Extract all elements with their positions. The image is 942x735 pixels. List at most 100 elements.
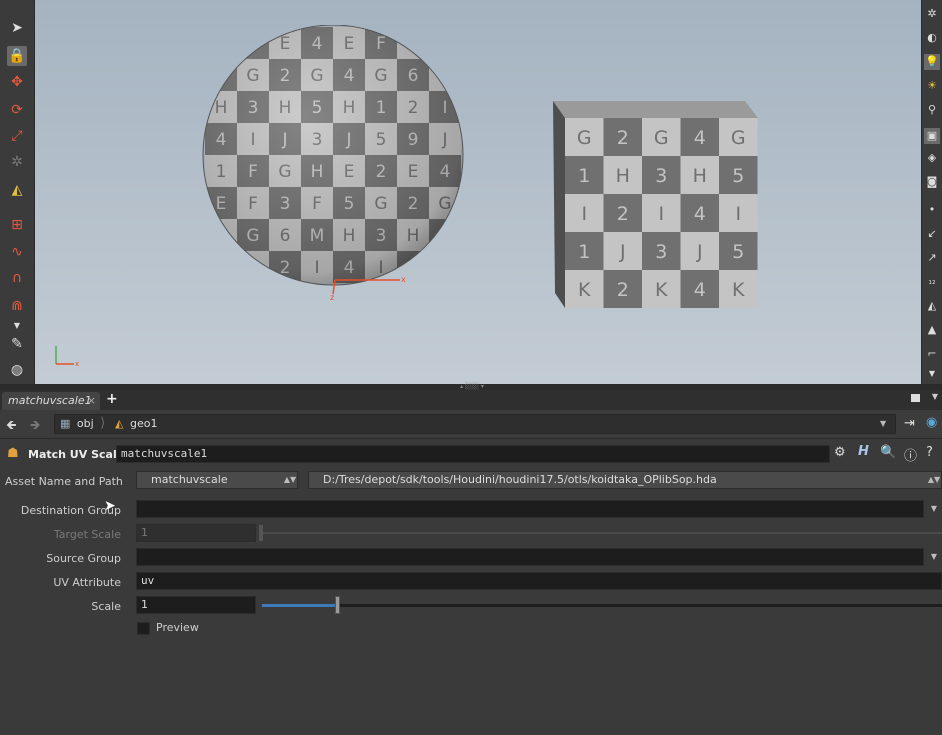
handle-tool-icon[interactable]: ◭ [7,180,27,200]
source-group-field[interactable] [136,548,924,566]
light-linking-icon[interactable]: ⚲ [924,102,940,118]
magnet-icon[interactable]: ⋒ [7,296,27,316]
cube-cell-letter: J [696,241,703,263]
pane-menu-icon[interactable]: ▼ [932,392,938,401]
snapshot-icon[interactable]: ▲ [924,322,940,338]
destination-group-dropdown-icon[interactable]: ▼ [926,500,942,518]
link-pane-icon[interactable]: ◉ [926,415,937,430]
node-type-icon: ☗ [7,446,19,461]
cube-cell-letter: I [735,203,741,225]
normals-icon[interactable]: ↙ [924,226,940,242]
axis-gizmo: x [55,346,79,368]
tab-matchuvscale1[interactable]: matchuvscale1 × [2,392,100,410]
destination-group-field[interactable] [136,500,924,518]
paint-icon[interactable]: ✎ [7,334,27,354]
gear-small-icon[interactable]: ✲ [924,6,940,22]
node-type-label: Match UV Scale [28,448,125,461]
node-name-field[interactable]: matchuvscale1 [116,445,830,463]
target-scale-slider-handle [259,525,263,541]
scene-viewport[interactable]: E2E4EF3F5G2G4G6MH3H5H12I4IJ3J59J1FGHE2E4… [0,0,942,384]
gear-icon[interactable]: ⚙ [834,445,846,460]
transform-grid-icon[interactable]: ⊞ [7,215,27,235]
move-tool-icon[interactable]: ✥ [7,72,27,92]
cube-cell-letter: H [616,165,630,187]
search-icon[interactable]: 🔍 [880,445,896,460]
cube-cell-letter: H [693,165,707,187]
draw-curve-icon[interactable]: ∿ [7,242,27,262]
display-options-icon[interactable]: ▣ [924,128,940,144]
add-tab-button[interactable]: + [106,391,118,407]
vector-icon[interactable]: ↗ [924,250,940,266]
asset-path-field[interactable]: D:/Tres/depot/sdk/tools/Houdini/houdini1… [308,471,942,489]
tab-label: matchuvscale1 [8,394,92,407]
sphere-cell [429,251,461,283]
origin-z-label: z [330,293,334,302]
target-scale-label: Target Scale [53,528,121,541]
more-tools-icon[interactable]: ▼ [924,366,940,382]
pin-icon[interactable]: ⇥ [904,416,915,431]
asset-name-spinner-icon[interactable]: ▲▼ [282,471,298,489]
cube-cell-letter: G [577,127,592,149]
uv-attribute-field[interactable]: uv [136,572,942,590]
cube-cell-letter: 4 [694,279,706,301]
cube-cell-letter: 4 [694,203,706,225]
question-icon[interactable]: ? [926,445,933,460]
crumb-separator-icon: ⟩ [100,415,106,431]
headlight-icon[interactable]: ☀ [924,78,940,94]
cube-cell-letter: K [655,279,668,301]
cube-cell-letter: 1 [578,241,590,263]
crumb-obj-label: obj [76,417,94,430]
info-icon[interactable]: ⓘ [904,445,917,464]
scale-slider-handle[interactable] [335,596,340,614]
pose-tool-icon[interactable]: ✲ [7,152,27,172]
back-arrow-icon[interactable]: 🡸 [6,416,17,438]
wireframe-icon[interactable]: ◈ [924,150,940,166]
cube-cell-letter: G [654,127,669,149]
checker-cube: G 2 G 4 G 1 H 3 H 5 I 2 I 4 I 1 J 3 J 5 K 2 K 4 K [553,101,758,308]
ghost-icon[interactable]: ◐ [924,30,940,46]
parameter-pane: ☗ Match UV Scale matchuvscale1 ⚙ H 🔍 ⓘ ?… [0,440,942,735]
asset-name-field[interactable]: matchuvscale [136,471,298,489]
sphere-cell-letter: H [215,258,228,278]
point-display-icon[interactable]: • [924,202,940,218]
sphere-cell-letter: E [216,34,227,54]
maximize-pane-icon[interactable] [911,394,920,402]
asset-label: Asset Name and Path [5,475,123,488]
light-bulb-icon[interactable]: 💡 [924,54,940,70]
source-group-dropdown-icon[interactable]: ▼ [926,548,942,566]
sphere-cell-letter: 3 [440,258,451,278]
rotate-tool-icon[interactable]: ⟳ [7,100,27,120]
mouse-cursor-icon: ➤ [104,498,116,514]
crumb-geo1[interactable]: ◭ geo1 [115,415,157,433]
cube-cell-letter: 2 [617,203,629,225]
magnet-snap-icon[interactable]: ∩ [7,268,27,288]
geo-node-icon: ◭ [115,417,124,430]
prim-display-icon[interactable]: ◭ [924,298,940,314]
scale-tool-icon[interactable]: ⤢ [7,126,27,146]
cube-cell-letter: 3 [655,241,667,263]
crop-icon[interactable]: ⌐ [924,346,940,362]
cube-cell-letter: 2 [617,127,629,149]
lock-icon[interactable]: 🔒 [7,46,27,66]
cube-checker-cells: G 2 G 4 G 1 H 3 H 5 I 2 I 4 I 1 J 3 J 5 K 2 K 4 K [565,118,758,308]
point-numbers-icon[interactable]: ₁₂ [924,274,940,290]
crumb-obj[interactable]: ▦ obj [60,415,94,433]
view-disk-icon[interactable]: ◍ [7,360,27,380]
sphere-cell [429,27,461,59]
camera-icon[interactable]: ◙ [924,174,940,190]
select-arrow-icon[interactable]: ➤ [7,18,27,38]
path-dropdown-icon[interactable]: ▼ [880,419,886,428]
asset-path-spinner-icon[interactable]: ▲▼ [926,471,942,489]
expand-arrow-icon[interactable]: ▼ [7,316,27,336]
uv-attribute-label: UV Attribute [53,576,121,589]
forward-arrow-icon[interactable]: 🡺 [30,416,41,438]
preview-checkbox[interactable] [137,622,150,635]
scale-slider-track[interactable] [262,604,942,607]
cube-cell-letter: K [578,279,591,301]
cube-cell-letter: I [658,203,664,225]
scale-field[interactable]: 1 [136,596,256,614]
tab-close-icon[interactable]: × [87,392,96,410]
help-h-icon[interactable]: H [858,444,869,459]
left-toolbar: ➤ 🔒 ✥ ⟳ ⤢ ✲ ◭ ⊞ ∿ ∩ ⋒ ▼ ✎ ◍ [0,0,35,384]
sphere-cell-letter: 5 [440,226,451,246]
